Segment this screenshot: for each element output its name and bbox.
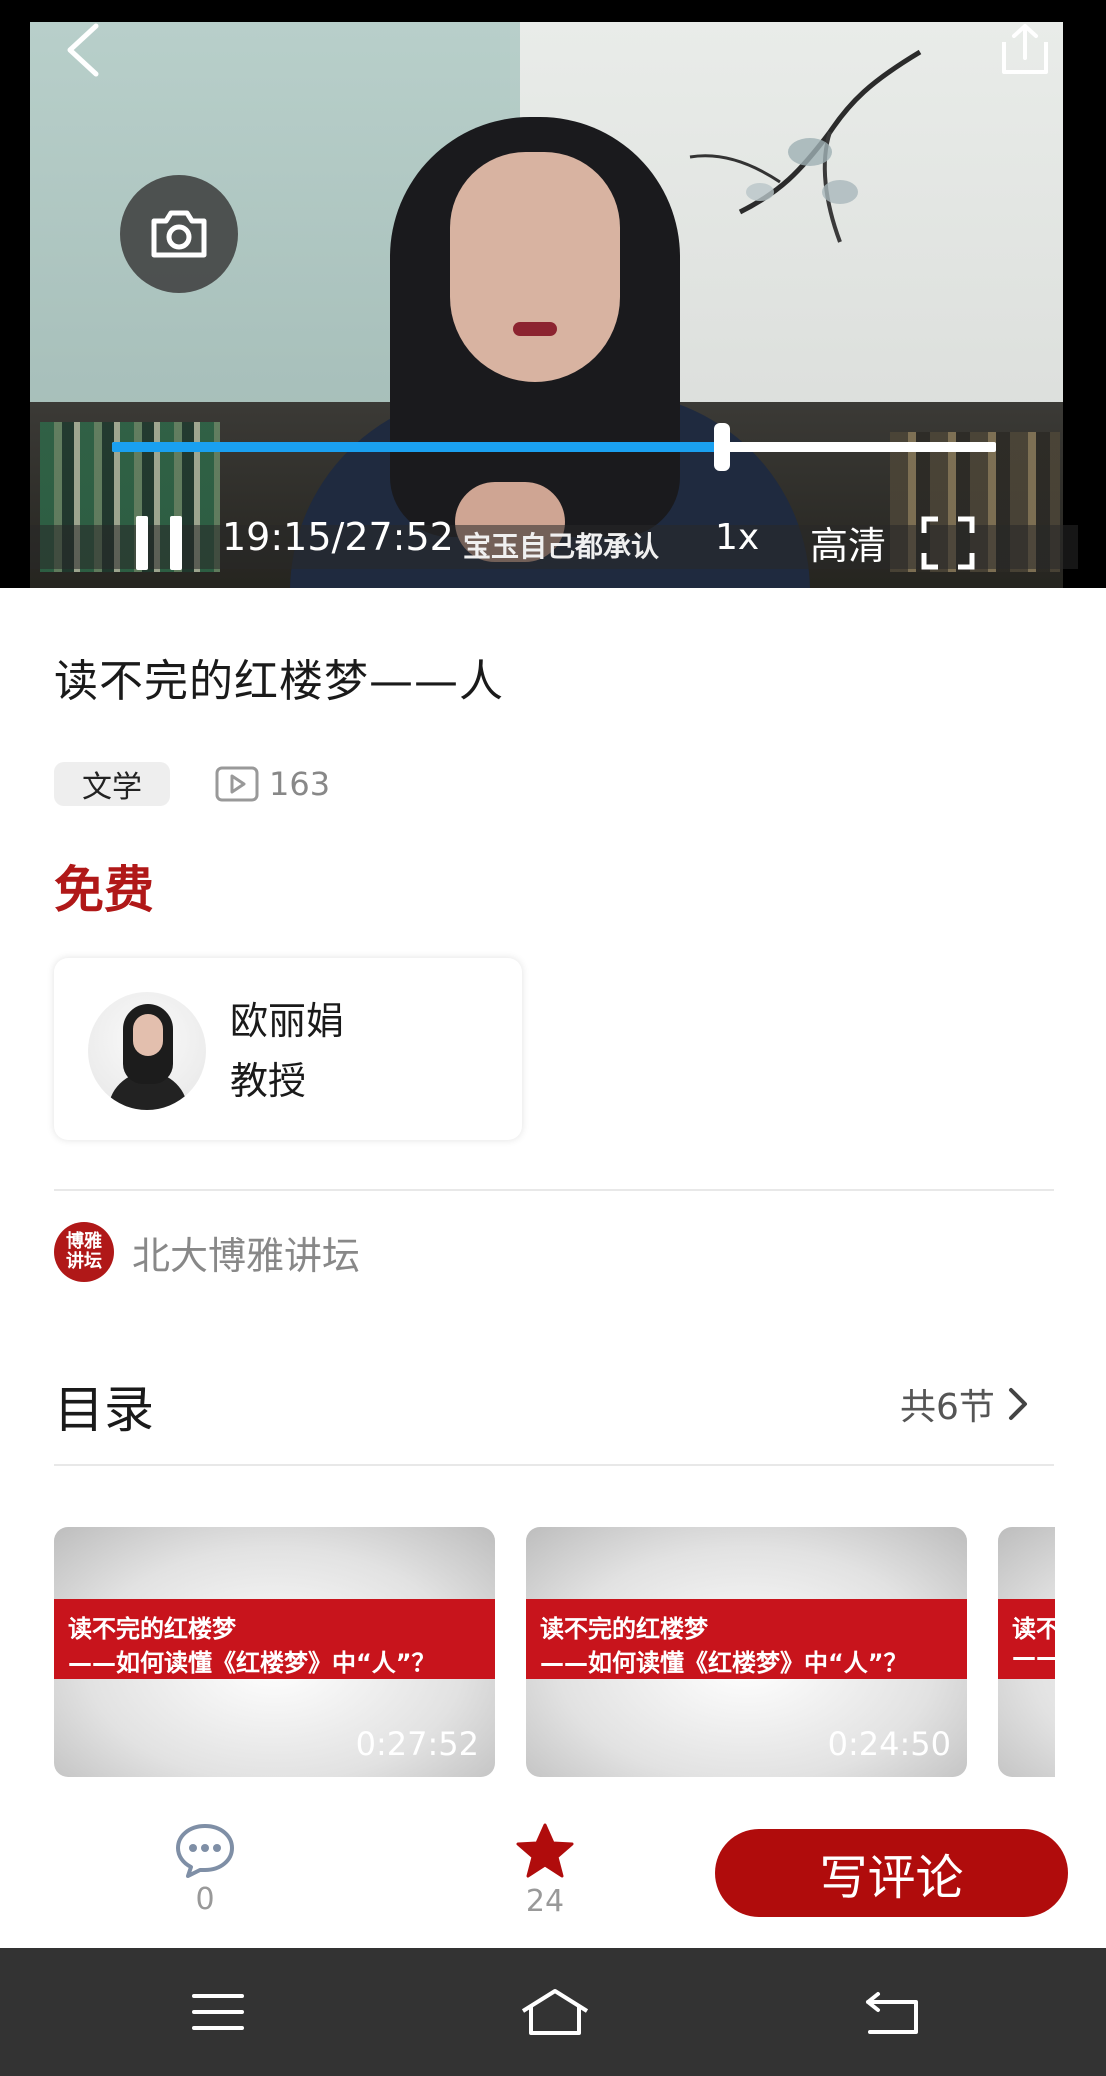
- view-count-value: 163: [269, 765, 331, 803]
- price-label: 免费: [54, 861, 154, 919]
- screenshot-button[interactable]: [120, 175, 238, 293]
- episode-card[interactable]: 读不 ——: [998, 1527, 1055, 1777]
- teacher-name: 欧丽娟: [230, 999, 345, 1043]
- category-tag[interactable]: 文学: [54, 762, 170, 806]
- playback-time: 19:15/27:52: [222, 515, 454, 559]
- course-title: 读不完的红楼梦——人: [54, 656, 504, 707]
- divider: [54, 1464, 1054, 1466]
- org-logo-text: 博雅: [66, 1231, 102, 1252]
- menu-button[interactable]: [178, 1982, 258, 2042]
- progress-bar[interactable]: [112, 423, 996, 471]
- episode-duration: 0:24:50: [827, 1725, 951, 1763]
- comment-count: 0: [195, 1882, 215, 1917]
- comment-icon: [176, 1824, 234, 1878]
- catalog-title: 目录: [54, 1381, 154, 1439]
- divider: [54, 1189, 1054, 1191]
- teacher-avatar: [88, 992, 206, 1110]
- quality-button[interactable]: 高清: [810, 515, 886, 570]
- episode-title-line2: ——如何读懂《红楼梦》中“人”？: [540, 1649, 908, 1677]
- speed-button[interactable]: 1x: [715, 517, 759, 558]
- painting-branch: [689, 49, 922, 243]
- app-root: 19:15/27:52 宝玉自己都承认 1x 高清 读不完的红楼梦——人 文学 …: [0, 0, 1106, 2076]
- back-icon: [67, 23, 99, 77]
- share-button[interactable]: [995, 20, 1055, 80]
- video-subtitle: 宝玉自己都承认: [463, 530, 660, 563]
- org-logo-text-wrap: 博雅 讲坛: [66, 1232, 102, 1272]
- episode-card[interactable]: 读不完的红楼梦 ——如何读懂《红楼梦》中“人”？ 0:27:52: [54, 1527, 495, 1777]
- fullscreen-icon: [921, 516, 975, 570]
- fullscreen-button[interactable]: [920, 515, 976, 571]
- video-player[interactable]: 19:15/27:52 宝玉自己都承认 1x 高清: [0, 0, 1106, 588]
- episode-title-line1: 读不: [1012, 1615, 1055, 1643]
- episode-title-line2: ——如何读懂《红楼梦》中“人”？: [68, 1649, 436, 1677]
- org-logo: 博雅 讲坛: [54, 1222, 114, 1282]
- camera-icon: [151, 210, 207, 258]
- action-bar: 0 24 写评论: [0, 1800, 1106, 1948]
- back-button[interactable]: [52, 20, 112, 80]
- favorite-count: 24: [525, 1884, 565, 1919]
- menu-icon: [192, 1994, 244, 2030]
- favorite-button[interactable]: 24: [500, 1822, 590, 1919]
- chevron-right-icon: [1008, 1388, 1027, 1420]
- system-nav-bar: [0, 1948, 1106, 2076]
- catalog-count: 共6节: [900, 1387, 995, 1428]
- teacher-title: 教授: [230, 1059, 307, 1103]
- teacher-card[interactable]: 欧丽娟 教授: [54, 958, 522, 1140]
- progress-fill: [112, 442, 722, 452]
- org-name: 北大博雅讲坛: [132, 1233, 361, 1278]
- comment-button[interactable]: 0: [160, 1822, 250, 1917]
- home-button[interactable]: [515, 1982, 595, 2042]
- star-icon: [516, 1823, 574, 1878]
- episode-list: 读不完的红楼梦 ——如何读懂《红楼梦》中“人”？ 0:27:52 读不完的红楼梦…: [54, 1527, 1055, 1777]
- catalog-count-link[interactable]: 共6节: [900, 1378, 1029, 1430]
- episode-title-line1: 读不完的红楼梦: [68, 1615, 236, 1643]
- episode-card[interactable]: 读不完的红楼梦 ——如何读懂《红楼梦》中“人”？ 0:24:50: [526, 1527, 967, 1777]
- home-icon: [521, 1989, 589, 2035]
- episode-title-line1: 读不完的红楼梦: [540, 1615, 708, 1643]
- progress-handle[interactable]: [713, 423, 730, 471]
- pause-button[interactable]: [130, 516, 190, 570]
- org-logo-text: 讲坛: [66, 1251, 102, 1272]
- avatar-face: [133, 1014, 163, 1056]
- episode-duration: 0:27:52: [355, 1725, 479, 1763]
- episode-title-line2: ——: [1012, 1643, 1055, 1671]
- speaker-mouth: [513, 322, 557, 336]
- share-icon: [1002, 24, 1048, 74]
- pause-icon: [136, 516, 148, 570]
- return-icon: [866, 1992, 918, 2034]
- pause-icon-bar: [170, 516, 182, 570]
- view-count: 163: [215, 762, 330, 806]
- play-count-icon: [215, 766, 259, 802]
- nav-back-button[interactable]: [852, 1982, 932, 2042]
- speaker-face: [450, 152, 620, 382]
- org-link[interactable]: 博雅 讲坛 北大博雅讲坛: [54, 1222, 360, 1282]
- video-frame[interactable]: [30, 22, 1063, 588]
- write-comment-button[interactable]: 写评论: [715, 1829, 1068, 1917]
